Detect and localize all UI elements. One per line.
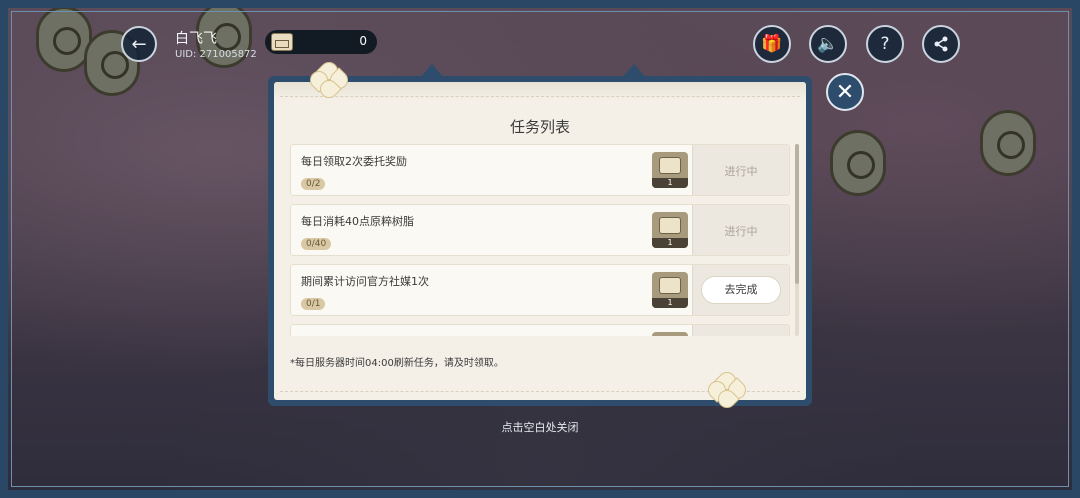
gift-icon: 🎁 [761,34,783,54]
modal-ear-decoration [620,64,648,80]
help-icon: ? [880,34,890,54]
task-name: 期间累计访问官方社媒1次 [301,275,429,288]
task-row: 期间累计访问官方社媒1次 0/1 1 去完成 [290,264,790,316]
chest-icon [659,277,681,294]
task-row: 每日消耗40点原粹树脂 0/40 1 进行中 [290,204,790,256]
task-list-modal: 任务列表 每日领取2次委托奖励 0/2 1 进行中 每日消耗40点原粹树脂 0/… [268,58,812,412]
reward-count: 1 [652,238,688,248]
close-button[interactable]: ✕ [826,73,864,111]
task-status-area: 进行中 [692,205,789,255]
task-progress-badge: 0/2 [301,178,326,190]
reward-item: 1 [652,152,688,188]
modal-title: 任务列表 [509,118,570,136]
scrollbar-thumb[interactable] [795,144,799,284]
sakura-decoration [306,58,352,102]
currency-value: 0 [359,34,367,48]
task-name: 每日消耗40点原粹树脂 [301,215,414,228]
user-name: 白飞飞 [175,31,217,47]
refresh-note: *每日服务器时间04:00刷新任务，请及时领取。 [290,358,504,369]
sound-icon: 🔈 [817,34,839,54]
chest-icon [659,157,681,174]
divider [280,96,800,97]
task-row-partial [290,324,790,336]
back-arrow-icon: ← [131,33,147,55]
reward-item [652,332,688,336]
gift-button[interactable]: 🎁 [753,25,791,63]
dismiss-hint: 点击空白处关闭 [501,421,579,434]
modal-panel: 任务列表 每日领取2次委托奖励 0/2 1 进行中 每日消耗40点原粹树脂 0/… [274,82,806,400]
back-button[interactable]: ← [121,26,157,62]
task-list[interactable]: 每日领取2次委托奖励 0/2 1 进行中 每日消耗40点原粹树脂 0/40 1 [290,144,790,336]
user-uid: UID: 271005872 [175,49,257,60]
currency-counter: 0 [265,30,377,54]
chest-icon [271,33,293,51]
go-complete-button[interactable]: 去完成 [701,276,781,304]
reward-count: 1 [652,178,688,188]
task-status: 进行中 [724,165,758,178]
share-button[interactable] [922,25,960,63]
task-status: 进行中 [724,225,758,238]
task-name: 每日领取2次委托奖励 [301,155,407,168]
task-list-scrollbar[interactable] [795,144,799,336]
task-progress-badge: 0/40 [301,238,332,250]
help-button[interactable]: ? [866,25,904,63]
task-row: 每日领取2次委托奖励 0/2 1 进行中 [290,144,790,196]
chest-icon [659,217,681,234]
reward-count: 1 [652,298,688,308]
sound-button[interactable]: 🔈 [809,25,847,63]
task-status-area [692,325,789,336]
task-action-area: 去完成 [692,265,789,315]
close-icon: ✕ [835,79,855,105]
task-status-area: 进行中 [692,145,789,195]
task-progress-badge: 0/1 [301,298,326,310]
reward-item: 1 [652,212,688,248]
share-icon [934,36,948,52]
sakura-decoration [704,368,750,412]
modal-ear-decoration [418,64,446,80]
reward-item: 1 [652,272,688,308]
